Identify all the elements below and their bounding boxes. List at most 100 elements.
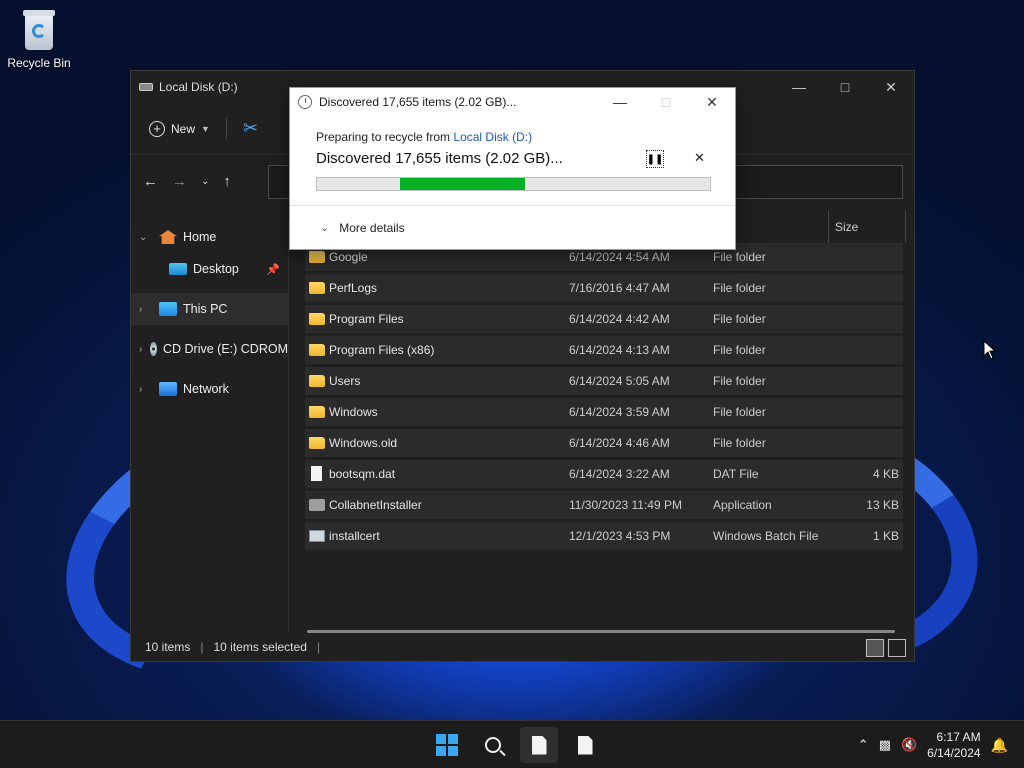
back-arrow-icon[interactable]: ← [143, 173, 158, 190]
file-icon [311, 466, 322, 481]
dialog-maximize-button: □ [661, 94, 671, 110]
dialog-title-bar[interactable]: Discovered 17,655 items (2.02 GB)... — □… [290, 88, 735, 116]
show-hidden-icons-icon[interactable]: ⌃ [858, 737, 869, 753]
sidebar-item-desktop[interactable]: Desktop 📌 [131, 253, 288, 285]
pause-button[interactable]: ❚❚ [646, 150, 664, 168]
minimize-button[interactable]: — [776, 71, 822, 103]
column-header-size[interactable]: Size [828, 211, 906, 243]
recycle-progress-dialog: Discovered 17,655 items (2.02 GB)... — □… [289, 87, 736, 250]
folder-icon [309, 282, 325, 294]
file-type: File folder [713, 343, 766, 357]
sidebar-item-this-pc[interactable]: › This PC [131, 293, 288, 325]
file-name: CollabnetInstaller [329, 498, 422, 512]
file-row[interactable]: PerfLogs 7/16/2016 4:47 AM File folder [305, 274, 903, 302]
chevron-right-icon[interactable]: › [139, 384, 155, 395]
close-button[interactable]: ✕ [868, 71, 914, 103]
source-location-link[interactable]: Local Disk (D:) [453, 130, 532, 144]
folder-icon [309, 375, 325, 387]
file-type: File folder [713, 250, 766, 264]
details-view-icon[interactable] [866, 639, 884, 657]
file-row[interactable]: bootsqm.dat 6/14/2024 3:22 AM DAT File 4 KB [305, 460, 903, 488]
tiles-view-icon[interactable] [888, 639, 906, 657]
file-row[interactable]: Program Files 6/14/2024 4:42 AM File folde… [305, 305, 903, 333]
search-button[interactable] [474, 727, 512, 763]
more-details-toggle[interactable]: ⌄ More details [290, 205, 735, 249]
file-date-modified: 6/14/2024 5:05 AM [569, 374, 670, 388]
desktop-icon [169, 263, 187, 275]
file-size: 4 KB [872, 467, 899, 481]
folder-icon [309, 344, 325, 356]
file-type: File folder [713, 436, 766, 450]
file-name: bootsqm.dat [329, 467, 396, 481]
network-icon [159, 382, 177, 396]
new-button[interactable]: + New ▼ [149, 120, 210, 137]
file-list: Google 6/14/2024 4:54 AM File folder PerfLo… [305, 243, 903, 553]
pc-icon [159, 302, 177, 316]
sidebar-item-network[interactable]: › Network [131, 373, 288, 405]
file-type: Windows Batch File [713, 529, 819, 543]
recycle-bin-shortcut[interactable]: Recycle Bin [6, 8, 72, 70]
sidebar-item-label: Network [183, 382, 229, 396]
file-size: 1 KB [872, 529, 899, 543]
progress-bar [316, 177, 711, 191]
windows-logo-icon [436, 734, 458, 756]
start-button[interactable] [428, 727, 466, 763]
file-name: PerfLogs [329, 281, 378, 295]
dialog-minimize-button[interactable]: — [597, 88, 643, 116]
file-row[interactable]: Windows 6/14/2024 3:59 AM File folder [305, 398, 903, 426]
maximize-button[interactable]: □ [822, 71, 868, 103]
file-row[interactable]: CollabnetInstaller 11/30/2023 11:49 PM App… [305, 491, 903, 519]
file-row[interactable]: Users 6/14/2024 5:05 AM File folder [305, 367, 903, 395]
file-size: 13 KB [866, 498, 899, 512]
file-date-modified: 7/16/2016 4:47 AM [569, 281, 670, 295]
recent-locations-icon[interactable]: ⌄ [201, 176, 209, 187]
chevron-down-icon[interactable]: ⌄ [139, 232, 155, 243]
drive-icon [139, 83, 153, 91]
sidebar-item-home[interactable]: ⌄ Home [131, 221, 288, 253]
selected-count: 10 items selected [213, 640, 307, 654]
notification-icon[interactable]: 🔔 [991, 737, 1008, 754]
dialog-subtitle-prefix: Preparing to recycle from [316, 130, 454, 144]
file-name: Users [329, 374, 361, 388]
column-header-size-label: Size [835, 220, 859, 234]
forward-arrow-icon[interactable]: → [172, 173, 187, 190]
taskbar-app-explorer[interactable] [520, 727, 558, 763]
file-row[interactable]: Windows.old 6/14/2024 4:46 AM File folder [305, 429, 903, 457]
folder-icon [309, 313, 325, 325]
file-row[interactable]: Program Files (x86) 6/14/2024 4:13 AM File… [305, 336, 903, 364]
cut-icon[interactable]: ✂ [243, 118, 258, 139]
chevron-right-icon[interactable]: › [139, 304, 155, 315]
more-details-label: More details [339, 220, 405, 235]
taskbar-app-document[interactable] [566, 727, 604, 763]
sidebar-item-label: CD Drive (E:) CDROM [163, 342, 288, 356]
recycle-bin-icon [21, 8, 57, 52]
file-date-modified: 6/14/2024 4:42 AM [569, 312, 670, 326]
folder-icon [309, 251, 325, 263]
clock-icon [298, 95, 312, 109]
sidebar-item-cd-drive[interactable]: › CD Drive (E:) CDROM [131, 333, 288, 365]
pin-icon[interactable]: 📌 [266, 263, 280, 276]
dialog-close-button[interactable]: ✕ [689, 88, 735, 116]
volume-muted-icon[interactable]: 🔇 [901, 737, 917, 753]
cancel-button[interactable]: ✕ [694, 150, 705, 166]
file-name: Program Files [329, 312, 404, 326]
file-type: Application [713, 498, 772, 512]
up-arrow-icon[interactable]: ↑ [223, 173, 231, 190]
progress-bar-fill [399, 178, 526, 190]
file-date-modified: 12/1/2023 4:53 PM [569, 529, 671, 543]
taskbar: ⌃ ▩ 🔇 6:17 AM 6/14/2024 🔔 [0, 720, 1024, 768]
document-icon [531, 735, 547, 755]
sidebar-item-label: This PC [183, 302, 228, 316]
file-name: Windows [329, 405, 378, 419]
file-type: DAT File [713, 467, 759, 481]
chevron-right-icon[interactable]: › [139, 344, 146, 355]
file-type: File folder [713, 312, 766, 326]
file-name: Google [329, 250, 368, 264]
file-row[interactable]: installcert 12/1/2023 4:53 PM Windows Batc… [305, 522, 903, 550]
file-type: File folder [713, 374, 766, 388]
clock[interactable]: 6:17 AM 6/14/2024 [927, 729, 980, 761]
file-type: File folder [713, 405, 766, 419]
folder-icon [309, 406, 325, 418]
file-date-modified: 6/14/2024 3:59 AM [569, 405, 670, 419]
network-status-icon[interactable]: ▩ [879, 737, 891, 753]
